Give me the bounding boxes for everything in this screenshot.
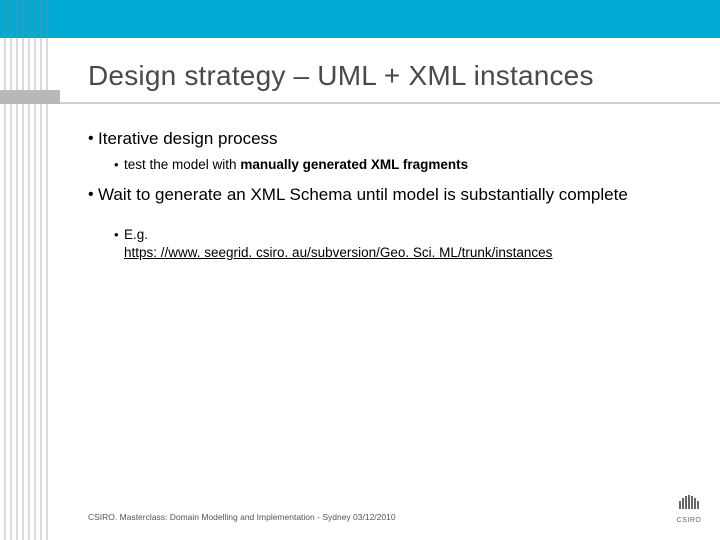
list-item: • Iterative design process • test the mo… (88, 128, 688, 174)
list-item: • E.g. https: //www. seegrid. csiro. au/… (114, 226, 688, 262)
bullet-icon: • (114, 226, 124, 244)
bullet-icon: • (88, 184, 98, 206)
example-link[interactable]: https: //www. seegrid. csiro. au/subvers… (124, 245, 552, 260)
slide: Design strategy – UML + XML instances • … (0, 0, 720, 540)
logo-label: CSIRO (676, 517, 702, 524)
bullet-level1-text: Iterative design process (98, 128, 278, 150)
bullet-icon: • (88, 128, 98, 150)
bullet-level2-text: E.g. https: //www. seegrid. csiro. au/su… (124, 226, 552, 262)
csiro-logo-icon (676, 495, 702, 511)
bullet-sub-eg: E.g. (124, 227, 148, 242)
footer-logo: CSIRO (676, 495, 702, 524)
bullet-sub-prefix: test the model with (124, 157, 240, 172)
bullet-level2-text: test the model with manually generated X… (124, 156, 468, 174)
content-area: • Iterative design process • test the mo… (88, 128, 688, 272)
footer-text: CSIRO. Masterclass: Domain Modelling and… (88, 512, 396, 522)
bullet-icon: • (114, 156, 124, 174)
bullet-level1-text: Wait to generate an XML Schema until mod… (98, 184, 628, 206)
title-underline (60, 102, 720, 104)
page-title: Design strategy – UML + XML instances (88, 60, 594, 92)
bullet-sub-bold: manually generated XML fragments (240, 157, 468, 172)
title-accent-block (0, 90, 60, 104)
header-blue-bar (0, 0, 720, 38)
list-item: • test the model with manually generated… (114, 156, 688, 174)
decorative-stripes (0, 0, 60, 540)
list-item: • Wait to generate an XML Schema until m… (88, 184, 688, 262)
